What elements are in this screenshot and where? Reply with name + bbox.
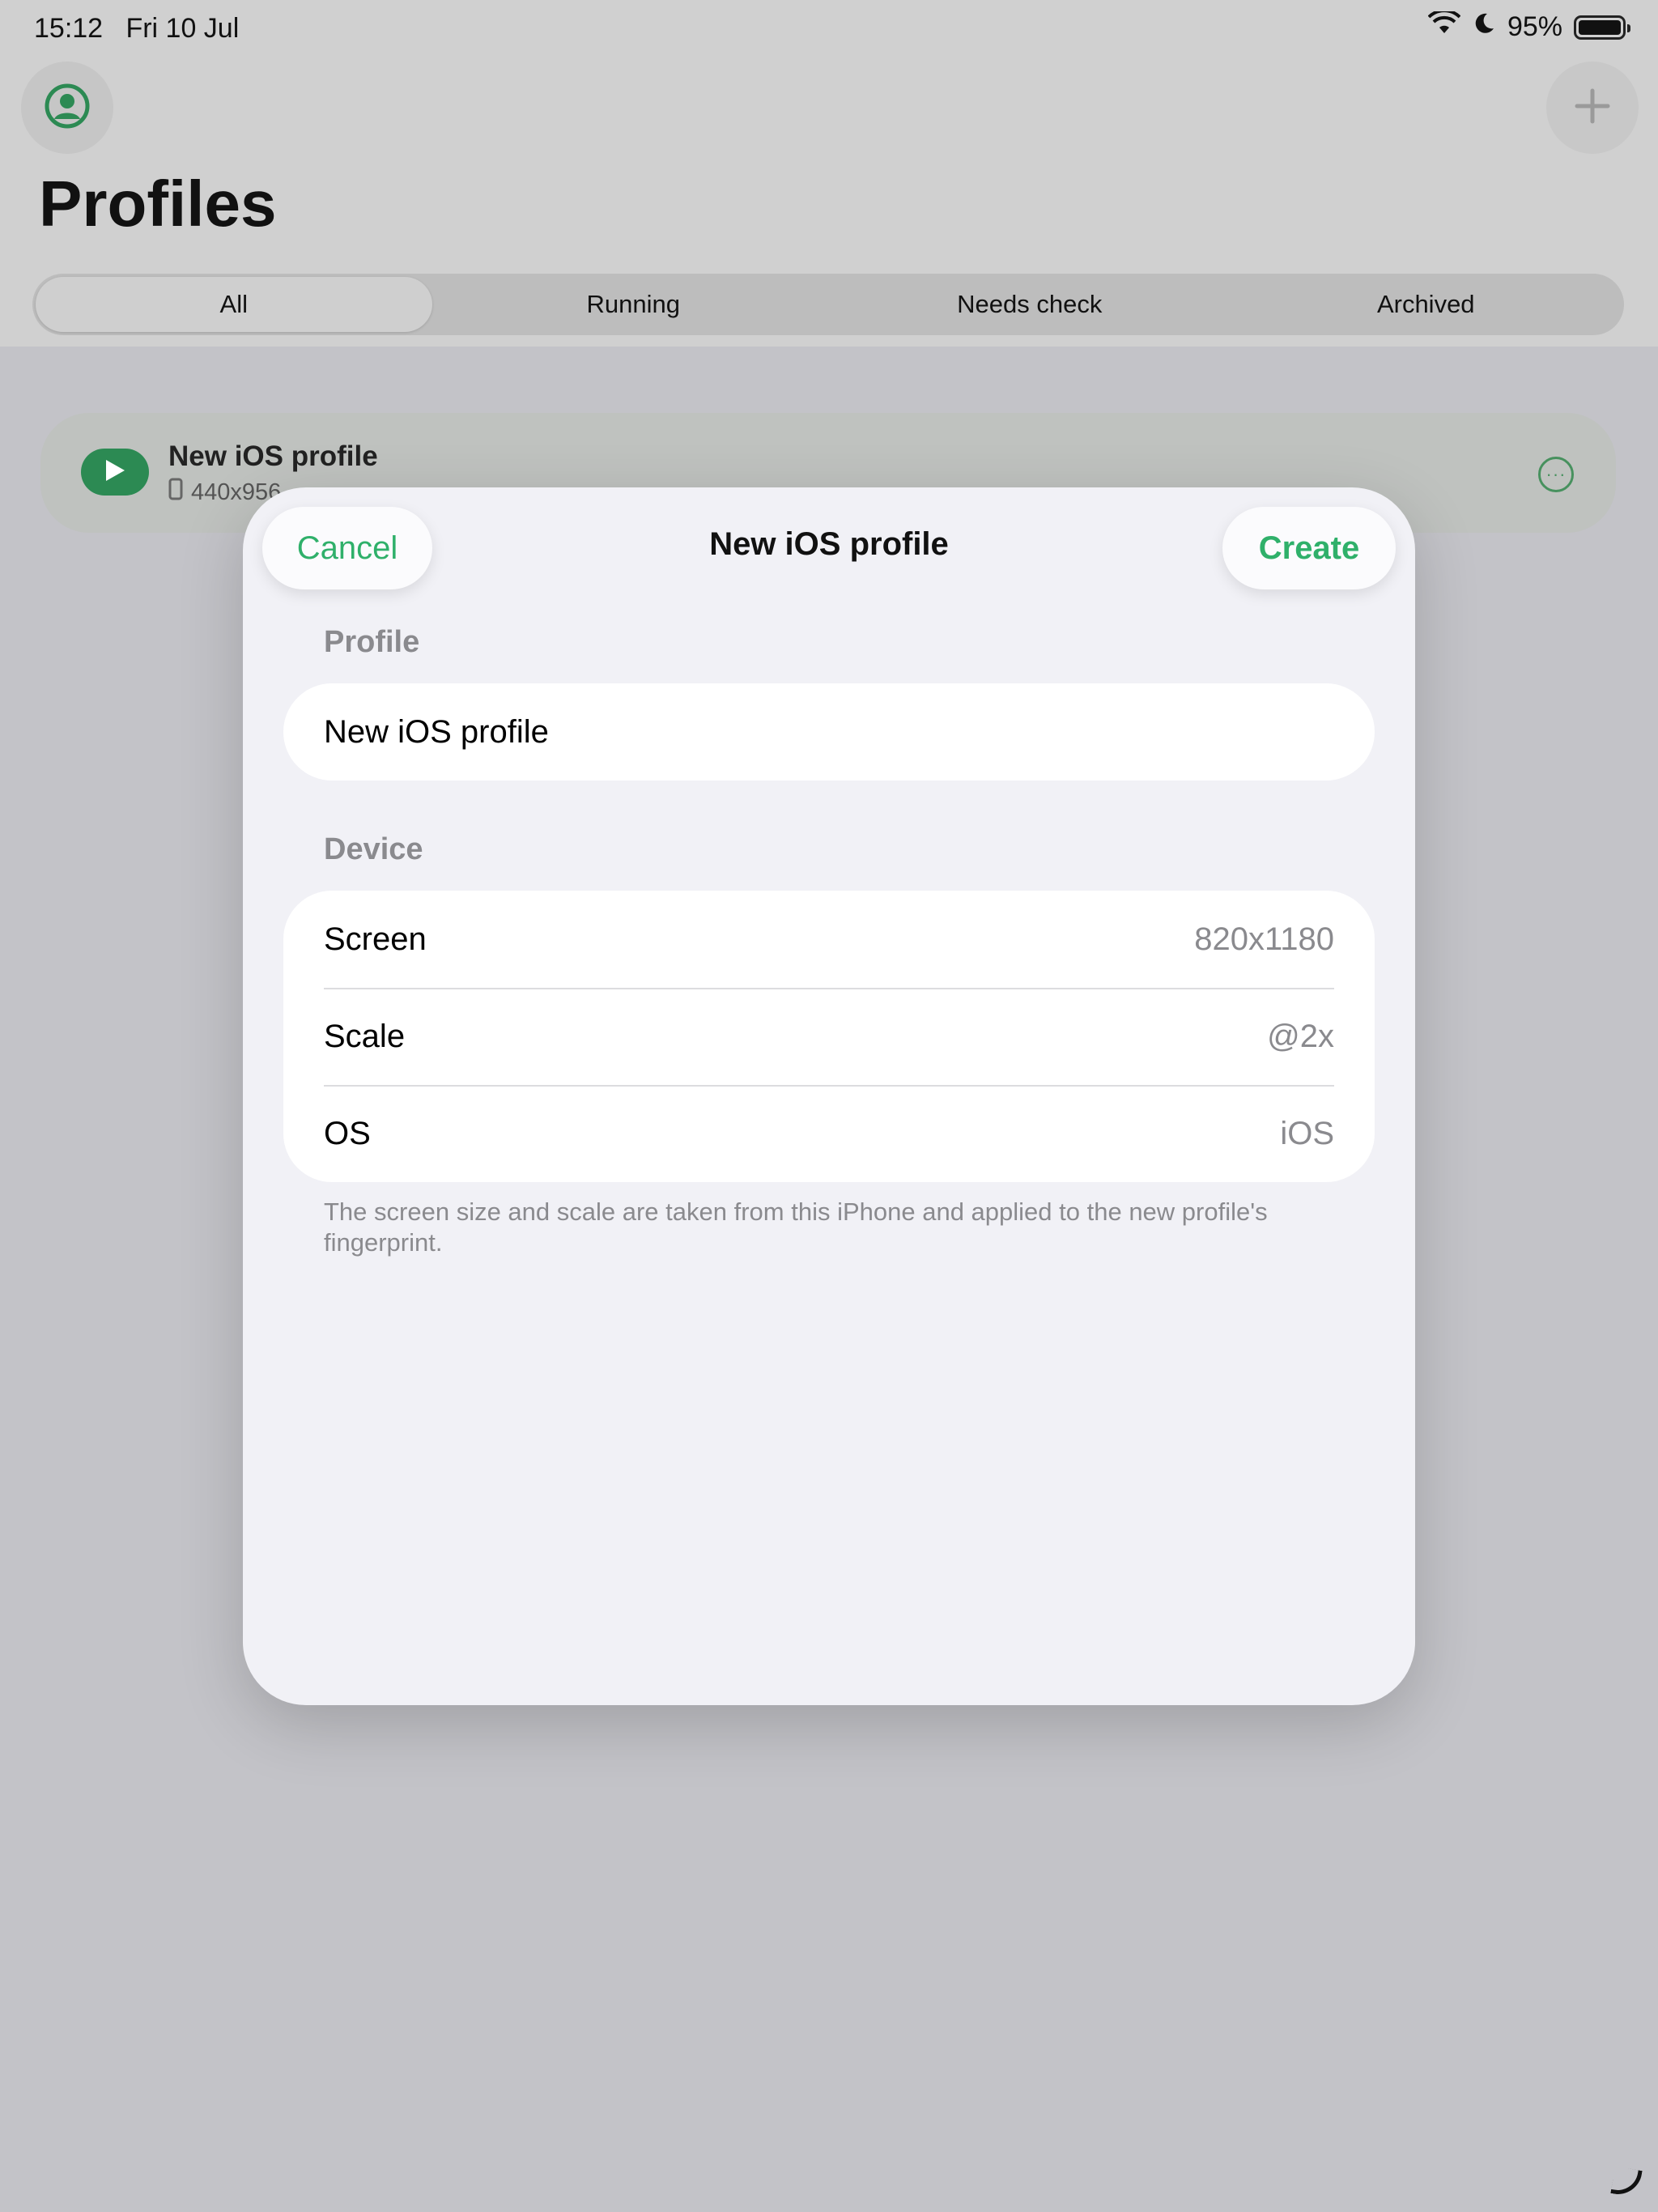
wifi-icon xyxy=(1427,9,1461,43)
profile-name-field[interactable]: New iOS profile xyxy=(283,683,1375,781)
page-title: Profiles xyxy=(39,168,277,240)
device-row-os: OS iOS xyxy=(283,1085,1375,1182)
resize-handle-icon xyxy=(1610,2166,1643,2198)
device-row-scale: Scale @2x xyxy=(283,988,1375,1085)
device-footnote: The screen size and scale are taken from… xyxy=(324,1197,1268,1257)
status-date-text: Fri 10 Jul xyxy=(125,13,240,44)
profile-name-value: New iOS profile xyxy=(324,713,549,750)
device-group: Screen 820x1180 Scale @2x OS iOS xyxy=(283,891,1375,1182)
status-indicators: 95% xyxy=(1427,9,1630,43)
new-profile-sheet: Cancel New iOS profile Create Profile Ne… xyxy=(243,487,1415,1705)
more-options-button[interactable]: ··· xyxy=(1538,457,1574,492)
create-button[interactable]: Create xyxy=(1222,507,1396,589)
filter-needs-check[interactable]: Needs check xyxy=(831,274,1228,335)
device-row-value: iOS xyxy=(1280,1115,1334,1151)
device-row-label: OS xyxy=(324,1115,371,1151)
person-circle-icon xyxy=(43,82,91,134)
battery-percent: 95% xyxy=(1507,11,1562,42)
add-profile-button[interactable] xyxy=(1546,62,1639,154)
device-row-value: 820x1180 xyxy=(1194,921,1334,957)
profile-name: New iOS profile xyxy=(168,440,378,472)
battery-icon xyxy=(1574,15,1630,40)
filter-all[interactable]: All xyxy=(36,277,432,332)
phone-icon xyxy=(168,478,183,507)
filter-running[interactable]: Running xyxy=(436,274,832,335)
device-row-label: Screen xyxy=(324,921,427,957)
filter-segmented-control: All Running Needs check Archived xyxy=(32,274,1624,335)
device-section-label: Device xyxy=(324,832,423,866)
device-row-screen: Screen 820x1180 xyxy=(283,891,1375,988)
filter-archived[interactable]: Archived xyxy=(1228,274,1625,335)
status-time: 15:12 Fri 10 Jul xyxy=(34,13,239,45)
play-icon xyxy=(104,458,126,487)
app-header: 15:12 Fri 10 Jul 95% Profiles All Runnin… xyxy=(0,0,1658,347)
play-button[interactable] xyxy=(81,449,149,496)
profile-name-group: New iOS profile xyxy=(283,683,1375,781)
status-time-text: 15:12 xyxy=(34,13,104,44)
plus-icon xyxy=(1572,86,1613,130)
device-row-label: Scale xyxy=(324,1018,406,1054)
device-row-value: @2x xyxy=(1267,1018,1334,1054)
moon-icon xyxy=(1472,11,1496,43)
account-button[interactable] xyxy=(21,62,113,154)
profile-section-label: Profile xyxy=(324,625,420,659)
ellipsis-icon: ··· xyxy=(1545,464,1567,484)
